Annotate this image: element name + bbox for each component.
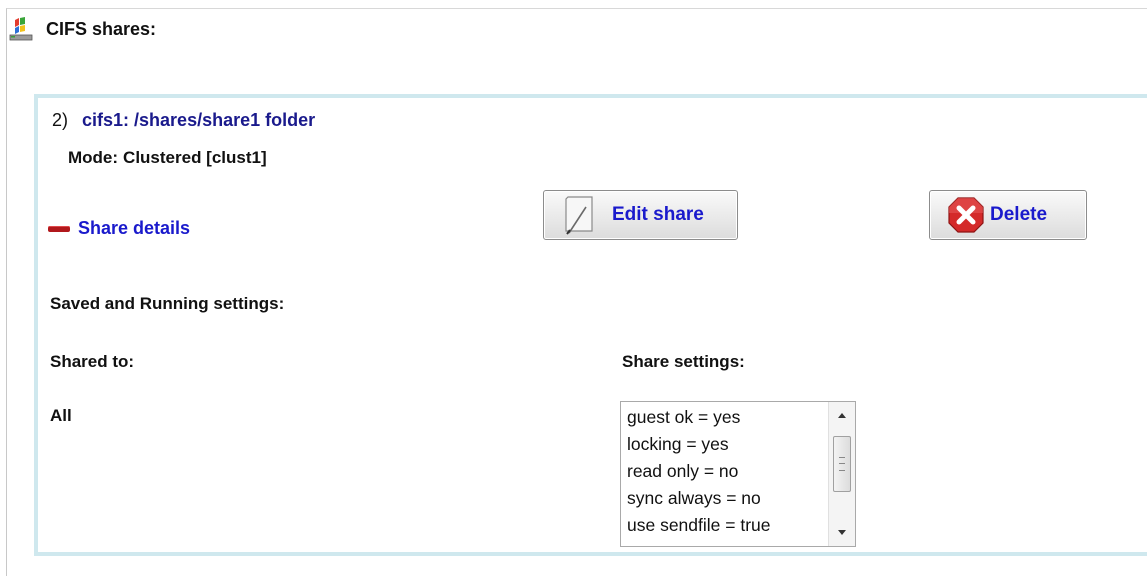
share-name-link[interactable]: cifs1: /shares/share1 folder [82,110,315,131]
header: CIFS shares: [8,14,156,44]
edit-share-label: Edit share [612,204,704,225]
share-details-label: Share details [78,218,191,238]
delete-x-icon [946,195,986,235]
delete-button[interactable]: Delete [929,190,1087,240]
share-mode: Mode: Clustered [clust1] [68,148,267,168]
share-settings-heading: Share settings: [622,352,745,371]
share-index: 2) [52,110,69,130]
share-settings-listbox[interactable]: guest ok = yes locking = yes read only =… [620,401,856,547]
share-title-line: 2) cifs1: /shares/share1 folder [52,110,315,131]
share-settings-list: guest ok = yes locking = yes read only =… [621,402,827,539]
scrollbar-thumb[interactable] [833,436,851,492]
shared-to-value: All [50,406,72,425]
setting-item[interactable]: use sendfile = true [627,512,827,539]
setting-item[interactable]: sync always = no [627,485,827,512]
delete-label: Delete [990,204,1048,225]
setting-item[interactable]: locking = yes [627,431,827,458]
setting-item[interactable]: read only = no [627,458,827,485]
scroll-down-arrow-icon[interactable] [829,522,855,544]
grip-icon [839,457,845,471]
page-title: CIFS shares: [46,18,157,39]
collapse-minus-icon [48,225,70,232]
edit-share-button[interactable]: Edit share [543,190,738,240]
page: CIFS shares: 2) cifs1: /shares/share1 fo… [0,0,1147,576]
shared-to-heading: Shared to: [50,352,135,371]
mode-label: Mode: [68,148,119,167]
share-panel: 2) cifs1: /shares/share1 folder Mode: Clu… [34,94,1147,556]
mode-value: Clustered [clust1] [123,148,267,167]
saved-running-heading: Saved and Running settings: [50,294,285,313]
scroll-up-arrow-icon[interactable] [829,404,855,426]
network-drive-icon [8,16,34,42]
share-details-toggle[interactable]: Share details [48,218,190,239]
setting-item[interactable]: guest ok = yes [627,404,827,431]
vertical-scrollbar[interactable] [828,402,855,546]
edit-pencil-icon [562,195,598,235]
